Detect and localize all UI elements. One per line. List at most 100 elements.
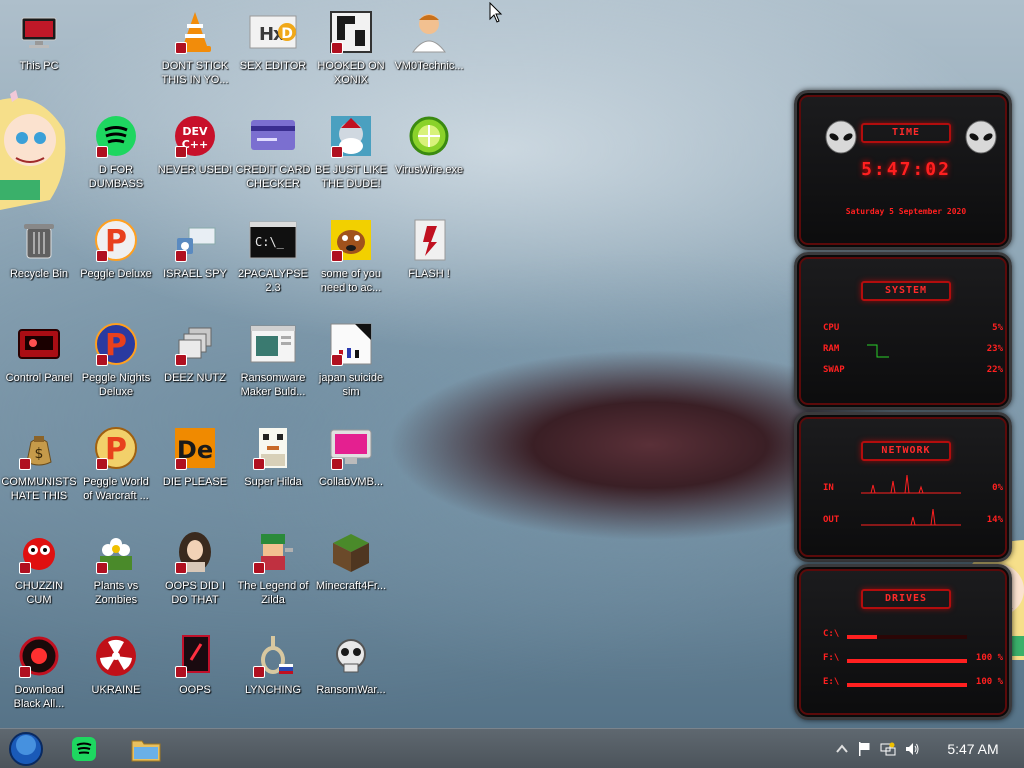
swap-row: SWAP 22% [823,365,1003,379]
icon-label: DONT STICK THIS IN YO... [161,60,229,86]
desktop-icon-d-for-dumbass[interactable]: D FOR DUMBASS [78,106,154,191]
doctor-avatar-icon [405,8,453,56]
desktop-icon-flash[interactable]: FLASH ! [391,210,467,281]
flag-icon[interactable] [856,741,872,757]
icon-label: Minecraft4Fr... [315,580,387,592]
desktop-icon-chuzzin[interactable]: CHUZZIN CUM [1,522,77,607]
drives-panel: DRIVES C:\ F:\ 100 % E:\ 100 % [794,564,1012,720]
icon-label: This PC [19,60,59,72]
net-in-value: 0% [992,483,1003,493]
desktop-icon-sex-editor[interactable]: HxD SEX EDITOR [235,2,311,73]
taskbar: 5:47 AM [0,728,1024,768]
desktop-icon-zilda[interactable]: The Legend of Zilda [235,522,311,607]
desktop-icon-oops-did-i[interactable]: OOPS DID I DO THAT [157,522,233,607]
time-panel-title: TIME [861,123,951,143]
desktop-icon-2pacalypse[interactable]: C:\_ 2PACALYPSE 2.3 [235,210,311,295]
desktop-icon-recycle-bin[interactable]: Recycle Bin [1,210,77,281]
desktop-icon-pvz[interactable]: Plants vs Zombies [78,522,154,607]
de-logo-icon: De [171,424,219,472]
net-in-graph [861,474,961,494]
spotify-like-icon [72,737,96,761]
taskbar-explorer-button[interactable] [126,733,166,765]
desktop-icon-japan-suicide-sim[interactable]: japan suicide sim [313,314,389,399]
start-orb-icon [9,732,43,766]
icon-label: Ransomware Maker Buld... [240,372,306,398]
icon-label: Download Black All... [13,684,65,710]
desktop-icon-super-hilda[interactable]: Super Hilda [235,418,311,489]
desktop-icon-this-pc[interactable]: This PC [1,2,77,73]
desktop-icon-minecraft[interactable]: Minecraft4Fr... [313,522,389,593]
flower-icon [92,528,140,576]
credit-card-icon [249,112,297,160]
drive-e-label: E:\ [823,677,840,687]
icon-label: RansomWar... [316,684,386,696]
icon-label: LYNCHING [244,684,302,696]
desktop-icon-deez-nutz[interactable]: DEEZ NUTZ [157,314,233,385]
desktop-icon-lynching[interactable]: LYNCHING [235,626,311,697]
grass-block-icon [327,528,375,576]
desktop-icon-peggle-nights[interactable]: P Peggle Nights Deluxe [78,314,154,399]
pixel-character-icon [249,424,297,472]
icon-label: OOPS [179,684,211,696]
ram-label: RAM [823,344,840,354]
desktop-icon-be-just-like-dude[interactable]: BE JUST LIKE THE DUDE! [313,106,389,191]
xonix-icon [327,8,375,56]
icon-label: COMMUNISTS HATE THIS G... [1,476,77,502]
drive-e-row: E:\ 100 % [823,677,1003,691]
time-panel: TIME 5:47:02 Saturday 5 September 2020 [794,90,1012,250]
desktop-icon-dev[interactable]: DEV C++ NEVER USED! [157,106,233,177]
system-monitor-widget: TIME 5:47:02 Saturday 5 September 2020 S… [794,90,1024,720]
desktop-icon-ransomwar[interactable]: RansomWar... [313,626,389,697]
dog-icon [327,216,375,264]
desktop-icon-communists[interactable]: $ COMMUNISTS HATE THIS G... [1,418,77,503]
volume-icon[interactable] [904,741,920,757]
start-button[interactable] [6,732,46,766]
desktop-icon-ukraine[interactable]: UKRAINE [78,626,154,697]
desktop-icon-download-black[interactable]: Download Black All... [1,626,77,711]
desktop-icon-israel-spy[interactable]: ISRAEL SPY [157,210,233,281]
desktop-icon-collabvm[interactable]: CollabVMB... [313,418,389,489]
desktop-icon-viruswire[interactable]: VirusWire.exe [391,106,467,177]
icon-label: SEX EDITOR [239,60,307,72]
desktop-icon-peggle-wow[interactable]: P Peggle World of Warcraft ... [78,418,154,503]
drive-c-bar [847,635,967,639]
icon-label: DEEZ NUTZ [164,372,226,384]
drive-f-fill [847,659,967,663]
desktop-icon-ransomware-maker[interactable]: Ransomware Maker Buld... [235,314,311,399]
icon-label: Peggle World of Warcraft ... [83,476,149,502]
mouse-cursor-icon [489,2,503,23]
cartoon-girl-left [0,90,66,210]
desktop-icon-die-please[interactable]: De DIE PLEASE [157,418,233,489]
desktop-icon-vlc[interactable]: DONT STICK THIS IN YO... [157,2,233,87]
desktop-icon-oops[interactable]: OOPS [157,626,233,697]
computer-icon [15,8,63,56]
taskbar-clock[interactable]: 5:47 AM [942,741,1004,757]
desktop-icon-vm0technic[interactable]: VM0Technic... [391,2,467,73]
desktop-icon-peggle-deluxe[interactable]: P Peggle Deluxe [78,210,154,281]
icon-label: NEVER USED! [157,164,233,176]
desktop-icon-credit-card[interactable]: CREDIT CARD CHECKER [235,106,311,191]
chevron-up-icon[interactable] [834,741,850,757]
desktop-icon-hooked-on-xonix[interactable]: HOOKED ON XONIX [313,2,389,87]
icon-label: Control Panel [5,372,73,384]
drive-c-row: C:\ [823,629,1003,643]
drive-e-value: 100 % [975,677,1003,687]
net-out-value: 14% [986,515,1003,525]
system-panel: SYSTEM CPU 5% RAM 23% SWAP 22% [794,252,1012,410]
windows-stack-icon [171,320,219,368]
icon-label: D FOR DUMBASS [88,164,144,190]
icon-label: Peggle Nights Deluxe [81,372,151,398]
drive-f-bar [847,659,967,663]
white-doc-icon [327,320,375,368]
drive-f-label: F:\ [823,653,840,663]
network-icon[interactable] [880,741,896,757]
terminal-icon: C:\_ [249,216,297,264]
desktop-icon-some-of-you[interactable]: some of you need to ac... [313,210,389,295]
black-orb-icon [15,632,63,680]
red-box-icon [171,632,219,680]
collab-monitor-icon [327,424,375,472]
taskbar-spotify-button[interactable] [64,733,104,765]
control-panel-icon [15,320,63,368]
desktop-icon-control-panel[interactable]: Control Panel [1,314,77,385]
svg-text:D: D [281,26,293,42]
